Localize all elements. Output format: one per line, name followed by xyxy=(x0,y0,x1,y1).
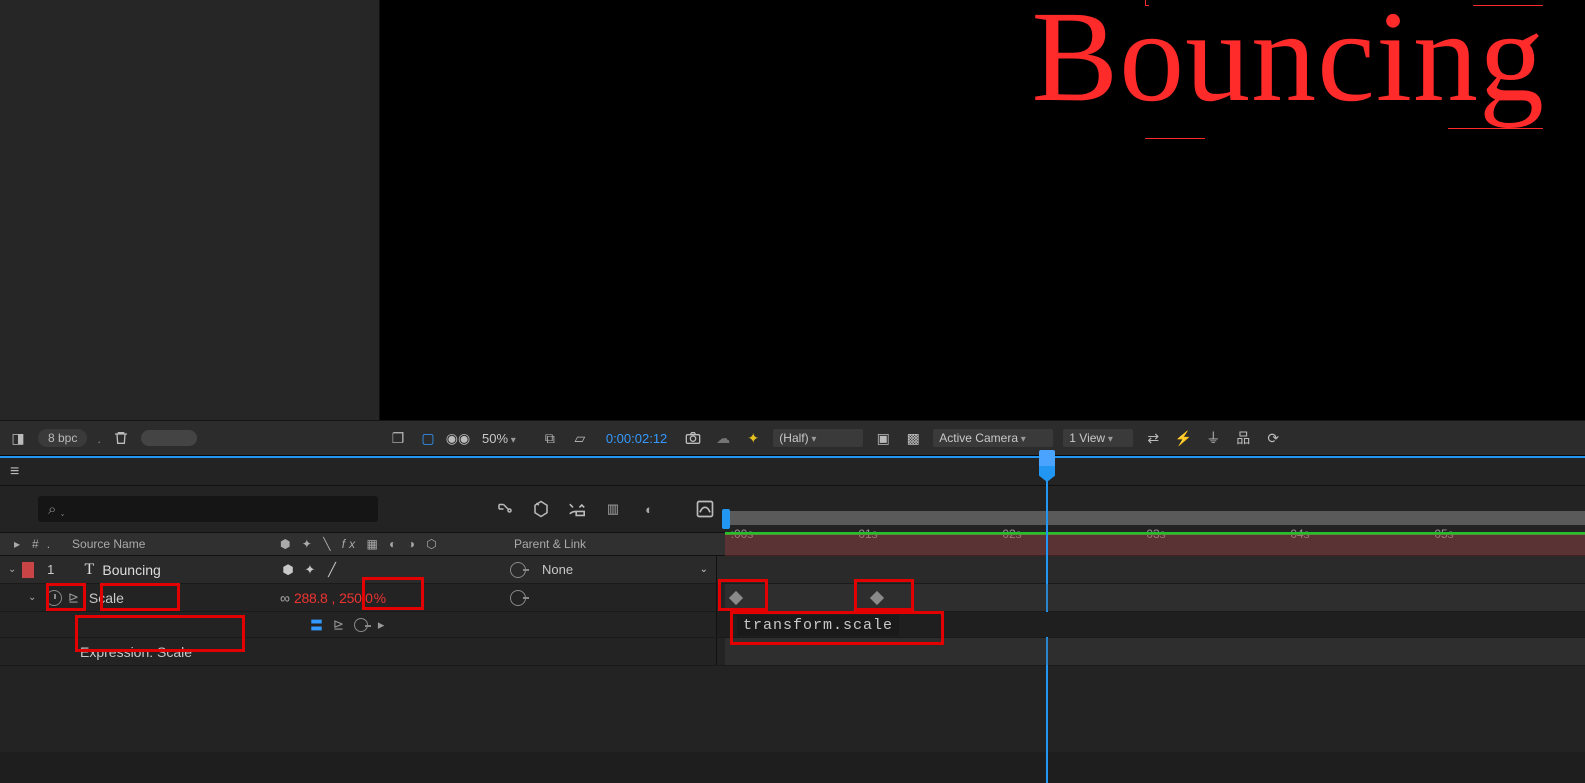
status-dot: . xyxy=(97,431,101,446)
layer-timeline-area[interactable] xyxy=(716,556,1585,583)
layer-handle-mark xyxy=(1448,128,1543,138)
bpc-indicator[interactable]: 8 bpc xyxy=(38,429,87,447)
viewer-status-right: ❐ ▢ ◉◉ 50% ⧉ ▱ 0:00:02:12 ☁ ✦ (Half) ▣ ▩… xyxy=(380,428,1585,448)
work-area-bar[interactable] xyxy=(724,511,1585,525)
camera-dropdown[interactable]: Active Camera xyxy=(933,429,1053,447)
layer-handle-mark xyxy=(1145,0,1149,6)
toggle-alpha-icon[interactable]: ◨ xyxy=(8,428,28,448)
timeline-icon[interactable]: ⏚ xyxy=(1203,428,1223,448)
timeline-tab-bar: ≡ xyxy=(0,458,1585,486)
layer-color-chip[interactable] xyxy=(22,562,34,578)
timeline-panel: ≡ ⌕ ˯ ▥ ◐ xyxy=(0,458,1585,752)
zoom-dropdown[interactable]: 50% xyxy=(482,431,516,446)
pickwhip-icon[interactable] xyxy=(510,590,526,606)
viewer-status-bar: ◨ 8 bpc . ❐ ▢ ◉◉ 50% ⧉ ▱ 0:00:02:12 ☁ ✦ … xyxy=(0,420,1585,456)
show-channel-icon[interactable]: ☁ xyxy=(713,428,733,448)
expression-pickwhip-icon[interactable] xyxy=(354,618,368,632)
layer-rows: ⌄ 1 T Bouncing ⬢ ✦ ╱ None ⌄ xyxy=(0,556,1585,666)
layer-index: 1 xyxy=(40,562,54,577)
search-icon: ⌕ xyxy=(48,501,56,518)
property-twirl-icon[interactable]: ⌄ xyxy=(28,592,36,603)
search-caret: ˯ xyxy=(60,502,64,517)
switch-solo-icon[interactable]: ✦ xyxy=(302,562,318,578)
toggle-transparency-icon[interactable]: ▢ xyxy=(418,428,438,448)
toggle-viewer-icon[interactable]: ❐ xyxy=(388,428,408,448)
project-status-left: ◨ 8 bpc . xyxy=(0,428,380,448)
text-layer-icon: T xyxy=(82,561,96,579)
parent-dropdown[interactable]: None ⌄ xyxy=(534,562,716,577)
expression-enable-icon[interactable]: 〓 xyxy=(310,615,323,634)
fast-preview-icon[interactable]: ⚡ xyxy=(1173,428,1193,448)
col-index-header[interactable]: # xyxy=(32,537,39,551)
expression-text-field[interactable]: transform.scale xyxy=(737,615,899,636)
motion-blur-icon[interactable]: ◐ xyxy=(638,498,660,520)
scale-sep: , xyxy=(332,590,336,606)
col-dot: . xyxy=(47,537,50,551)
expression-timeline-area[interactable]: transform.scale xyxy=(716,612,1585,637)
layer-twirl-icon[interactable]: ⌄ xyxy=(8,564,16,575)
col-source-header[interactable]: Source Name xyxy=(72,537,145,551)
layer-handle-mark xyxy=(1473,0,1543,6)
region-of-interest-icon[interactable]: ▱ xyxy=(570,428,590,448)
parent-value: None xyxy=(542,562,573,577)
pickwhip-icon[interactable] xyxy=(510,562,526,578)
frame-blend-icon[interactable]: ▥ xyxy=(602,498,624,520)
timeline-toolbar: ⌕ ˯ ▥ ◐ xyxy=(0,486,1585,532)
stopwatch-icon[interactable] xyxy=(46,590,62,606)
expression-graph-icon[interactable]: ⊵ xyxy=(333,617,344,633)
transparency-grid-icon[interactable]: ▩ xyxy=(903,428,923,448)
property-timeline-area[interactable] xyxy=(716,584,1585,611)
current-time-display[interactable]: 0:00:02:12 xyxy=(606,431,667,446)
col-play-icon[interactable]: ▸ xyxy=(14,537,24,551)
trash-icon[interactable] xyxy=(111,428,131,448)
color-management-icon[interactable]: ✦ xyxy=(743,428,763,448)
reset-exposure-icon[interactable]: ⟳ xyxy=(1263,428,1283,448)
snapshot-icon[interactable] xyxy=(683,428,703,448)
scale-pct: % xyxy=(374,590,386,606)
graph-editor-icon[interactable] xyxy=(694,498,716,520)
property-label-scale[interactable]: Scale xyxy=(89,590,124,606)
resolution-dropdown[interactable]: (Half) xyxy=(773,429,863,447)
col-switches-header[interactable]: ⬢ ✦ ╲ fx ▦ ◐ ◑ ⬡ xyxy=(280,537,500,551)
pixel-aspect-icon[interactable]: ⇄ xyxy=(1143,428,1163,448)
playhead-handle[interactable] xyxy=(1039,450,1055,468)
link-dimensions-icon[interactable]: ∞ xyxy=(280,590,290,606)
draft-3d-icon[interactable] xyxy=(530,498,552,520)
vr-goggles-icon[interactable]: ◉◉ xyxy=(448,428,468,448)
top-area: Bouncing xyxy=(0,0,1585,420)
views-dropdown[interactable]: 1 View xyxy=(1063,429,1133,447)
shy-layers-icon[interactable] xyxy=(566,498,588,520)
expression-language-menu-icon[interactable]: ▸ xyxy=(378,617,385,633)
comp-mini-flowchart-icon[interactable] xyxy=(494,498,516,520)
layer-duration-bar[interactable] xyxy=(725,534,1585,556)
col-parent-header[interactable]: Parent & Link xyxy=(514,537,586,551)
panel-menu-icon[interactable]: ≡ xyxy=(10,463,19,481)
viewer-text-layer[interactable]: Bouncing xyxy=(1031,0,1545,132)
layer-name[interactable]: Bouncing xyxy=(102,562,160,578)
switch-quality-icon[interactable]: ╱ xyxy=(324,562,340,578)
expression-controls-row: 〓 ⊵ ▸ transform.scale xyxy=(0,612,1585,638)
layer-handle-mark xyxy=(1145,138,1205,148)
fast-previews-icon[interactable]: ▣ xyxy=(873,428,893,448)
chevron-down-icon: ⌄ xyxy=(700,564,708,575)
composition-viewer[interactable]: Bouncing xyxy=(380,0,1585,420)
render-progress-pill xyxy=(141,430,197,446)
property-row-scale[interactable]: ⌄ ⊵ Scale ∞ 288.8, 250.0 % xyxy=(0,584,1585,612)
expression-label[interactable]: Expression: Scale xyxy=(80,644,192,660)
switch-video-icon[interactable]: ⬢ xyxy=(280,562,296,578)
resolution-grid-icon[interactable]: ⧉ xyxy=(540,428,560,448)
flowchart-icon[interactable]: 品 xyxy=(1233,428,1253,448)
project-panel[interactable] xyxy=(0,0,380,420)
graph-editor-mini-icon[interactable]: ⊵ xyxy=(68,590,79,606)
scale-y-value[interactable]: 250.0 xyxy=(339,590,373,606)
layer-search-input[interactable]: ⌕ ˯ xyxy=(38,496,378,522)
scale-x-value[interactable]: 288.8 xyxy=(294,590,328,606)
work-area-start-handle[interactable] xyxy=(722,509,730,529)
app-root: Bouncing ◨ 8 bpc . ❐ ▢ ◉◉ 50% ⧉ ▱ 0:00:0… xyxy=(0,0,1585,752)
layer-row[interactable]: ⌄ 1 T Bouncing ⬢ ✦ ╱ None ⌄ xyxy=(0,556,1585,584)
expression-label-row[interactable]: Expression: Scale xyxy=(0,638,1585,666)
